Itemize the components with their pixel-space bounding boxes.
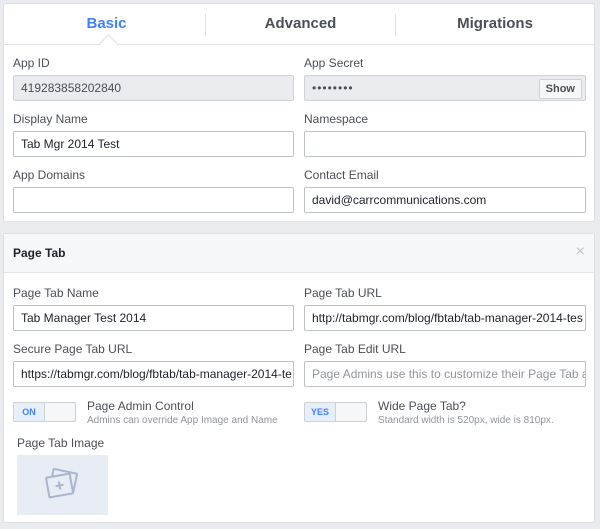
page-tab-image-upload[interactable] [17, 455, 108, 515]
page-tab-image-label: Page Tab Image [17, 436, 105, 450]
app-id-label: App ID [13, 56, 50, 70]
basic-settings-card: Basic Advanced Migrations App ID 4192838… [3, 3, 595, 222]
page-tab-header: Page Tab × [4, 234, 594, 273]
show-secret-button[interactable]: Show [538, 79, 582, 99]
app-domains-label: App Domains [13, 168, 86, 182]
page-tab-title: Page Tab [13, 246, 66, 260]
display-name-label: Display Name [13, 112, 88, 126]
contact-email-input[interactable]: david@carrcommunications.com [304, 187, 586, 213]
app-secret-value: •••••••• [312, 81, 354, 95]
wide-page-tab-toggle[interactable]: YES [304, 402, 367, 422]
app-secret-label: App Secret [304, 56, 364, 70]
page-tab-url-input[interactable]: http://tabmgr.com/blog/fbtab/tab-manager… [304, 305, 586, 331]
admin-control-toggle[interactable]: ON [13, 402, 76, 422]
app-domains-input[interactable] [13, 187, 294, 213]
page-tab-name-input[interactable]: Tab Manager Test 2014 [13, 305, 294, 331]
page-tab-edit-url-label: Page Tab Edit URL [304, 342, 406, 356]
wide-page-tab-description: Standard width is 520px, wide is 810px. [378, 415, 554, 426]
close-icon[interactable]: × [576, 243, 585, 261]
admin-control-title: Page Admin Control [87, 399, 194, 413]
app-secret-field[interactable]: •••••••• Show [304, 75, 586, 101]
tab-migrations[interactable]: Migrations [396, 4, 594, 44]
settings-tabs: Basic Advanced Migrations [4, 4, 594, 53]
admin-control-description: Admins can override App Image and Name [87, 415, 278, 426]
tab-advanced[interactable]: Advanced [206, 4, 395, 44]
wide-page-tab-title: Wide Page Tab? [378, 399, 466, 413]
page-tab-name-label: Page Tab Name [13, 286, 99, 300]
image-placeholder-icon [45, 467, 78, 499]
page-tab-url-label: Page Tab URL [304, 286, 382, 300]
wide-page-tab-toggle-state: YES [305, 403, 336, 421]
secure-page-tab-url-label: Secure Page Tab URL [13, 342, 133, 356]
app-id-field[interactable]: 419283858202840 [13, 75, 294, 101]
namespace-label: Namespace [304, 112, 369, 126]
contact-email-label: Contact Email [304, 168, 379, 182]
admin-control-toggle-state: ON [14, 403, 45, 421]
secure-page-tab-url-input[interactable]: https://tabmgr.com/blog/fbtab/tab-manage… [13, 361, 294, 387]
page-tab-edit-url-input[interactable]: Page Admins use this to customize their … [304, 361, 586, 387]
display-name-input[interactable]: Tab Mgr 2014 Test [13, 131, 294, 157]
namespace-input[interactable] [304, 131, 586, 157]
page-tab-card: Page Tab × Page Tab Name Tab Manager Tes… [3, 233, 595, 523]
